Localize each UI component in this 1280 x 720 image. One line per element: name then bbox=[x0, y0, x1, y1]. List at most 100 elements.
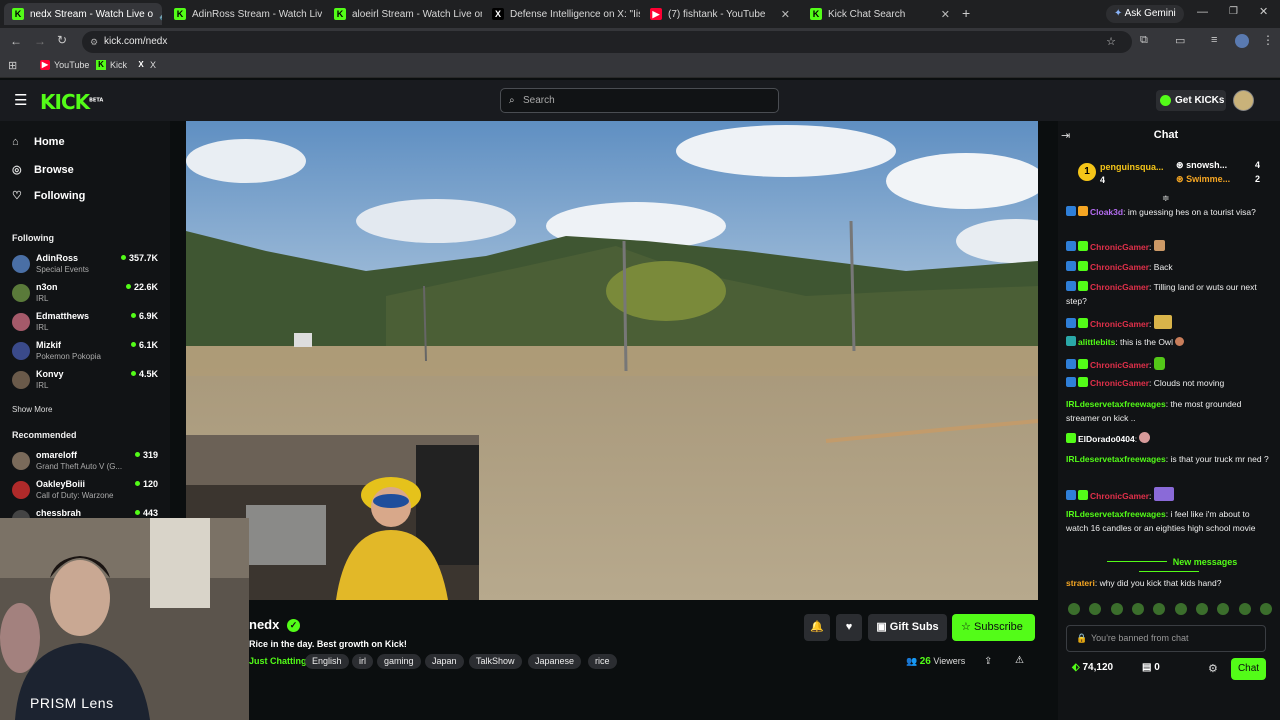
send-chat-button[interactable]: Chat bbox=[1231, 658, 1266, 680]
sidebar-channel-konvy[interactable]: Konvy IRL 4.5K bbox=[12, 369, 160, 395]
badge-icon bbox=[1066, 336, 1076, 346]
report-warning-icon[interactable]: ⚠ bbox=[1015, 655, 1024, 666]
back-icon[interactable]: ← bbox=[10, 34, 22, 48]
reload-icon[interactable]: ↻ bbox=[57, 33, 67, 47]
chat-username[interactable]: Cloak3d bbox=[1090, 207, 1123, 217]
nav-browse[interactable]: ◎ Browse bbox=[12, 163, 74, 177]
emote-icon[interactable] bbox=[1238, 603, 1251, 615]
chat-username[interactable]: ChronicGamer bbox=[1090, 242, 1149, 252]
x-favicon-icon: X bbox=[138, 60, 144, 69]
user-avatar[interactable] bbox=[1233, 90, 1254, 111]
search-input[interactable]: ⌕ Search bbox=[500, 88, 779, 113]
sidebar-channel-omareloff[interactable]: omareloff Grand Theft Auto V (G... 319 bbox=[12, 450, 160, 476]
new-tab-button[interactable]: + bbox=[962, 5, 970, 21]
leaderboard-name[interactable]: ⊛ Swimme... bbox=[1176, 174, 1230, 185]
browser-tab-kick-chat-search[interactable]: K Kick Chat Search ✕ bbox=[802, 3, 958, 25]
chat-username[interactable]: ChronicGamer bbox=[1090, 378, 1149, 388]
tag-irl[interactable]: irl bbox=[352, 654, 373, 669]
close-tab-icon[interactable]: ✕ bbox=[935, 8, 950, 21]
chat-username[interactable]: ChronicGamer bbox=[1090, 360, 1149, 370]
chat-username[interactable]: ChronicGamer bbox=[1090, 491, 1149, 501]
browser-tab-nedx[interactable]: K nedx Stream - Watch Live o 🔊 ✕ bbox=[4, 3, 162, 25]
url-input[interactable]: ⚙ kick.com/nedx ☆ bbox=[82, 31, 1132, 53]
expand-leaderboard-icon[interactable]: ≑ bbox=[1162, 193, 1170, 204]
browser-tab-adinross[interactable]: K AdinRoss Stream - Watch Live o ✕ bbox=[166, 3, 322, 25]
sidebar-channel-edmatthews[interactable]: Edmatthews IRL 6.9K bbox=[12, 311, 160, 337]
forward-icon[interactable]: → bbox=[34, 34, 46, 48]
sidebar-channel-n3on[interactable]: n3on IRL 22.6K bbox=[12, 282, 160, 308]
chat-username[interactable]: ElDorado0404 bbox=[1078, 434, 1135, 444]
nav-home[interactable]: ⌂ Home bbox=[12, 136, 65, 148]
chat-username[interactable]: alittlebits bbox=[1078, 337, 1115, 347]
browser-tab-fishtank[interactable]: ▶ (7) fishtank - YouTube ✕ bbox=[642, 3, 798, 25]
youtube-favicon-icon: ▶ bbox=[40, 60, 50, 70]
chat-username[interactable]: IRLdeservetaxfreewages bbox=[1066, 509, 1166, 519]
avatar bbox=[12, 255, 30, 273]
extensions-icon[interactable]: ⧉ bbox=[1140, 34, 1148, 47]
sub-count[interactable]: ▤ 0 bbox=[1142, 662, 1160, 673]
category-link[interactable]: Just Chatting bbox=[249, 656, 307, 666]
tag-rice[interactable]: rice bbox=[588, 654, 617, 669]
leaderboard-name[interactable]: ⊛ snowsh... bbox=[1176, 160, 1227, 171]
emote-icon[interactable] bbox=[1068, 603, 1080, 615]
kick-logo[interactable]: KICKBETA bbox=[40, 90, 103, 114]
emote-icon[interactable] bbox=[1153, 603, 1166, 615]
ask-gemini-button[interactable]: ✦ Ask Gemini bbox=[1106, 5, 1184, 23]
notification-bell-button[interactable]: 🔔 bbox=[804, 614, 830, 641]
share-icon[interactable]: ⇪ bbox=[984, 656, 992, 667]
chat-username[interactable]: ChronicGamer bbox=[1090, 282, 1149, 292]
follow-heart-button[interactable]: ♥ bbox=[836, 614, 862, 641]
bookmark-kick[interactable]: K Kick bbox=[96, 60, 127, 70]
sidebar-channel-adinross[interactable]: AdinRoss Special Events 357.7K bbox=[12, 253, 160, 279]
new-messages-divider[interactable]: New messages bbox=[1066, 557, 1272, 577]
maximize-icon[interactable]: ❐ bbox=[1229, 6, 1238, 17]
emote-icon[interactable] bbox=[1174, 603, 1187, 615]
bookmark-star-icon[interactable]: ☆ bbox=[1106, 31, 1116, 53]
site-info-icon[interactable]: ⚙ bbox=[90, 31, 98, 53]
emote-icon[interactable] bbox=[1131, 603, 1144, 615]
get-kicks-button[interactable]: Get KICKs bbox=[1156, 90, 1226, 111]
streamer-name[interactable]: nedx ✓ bbox=[249, 617, 300, 632]
audio-icon[interactable]: 🔊 bbox=[153, 8, 162, 21]
emote-icon[interactable] bbox=[1217, 603, 1230, 615]
chat-username[interactable]: IRLdeservetaxfreewages bbox=[1066, 454, 1166, 464]
chat-username[interactable]: IRLdeservetaxfreewages bbox=[1066, 399, 1166, 409]
chat-username[interactable]: ChronicGamer bbox=[1090, 262, 1149, 272]
subscribe-button[interactable]: ☆ Subscribe bbox=[952, 614, 1035, 641]
bookmark-x[interactable]: X X bbox=[136, 60, 156, 70]
tag-japan[interactable]: Japan bbox=[425, 654, 464, 669]
gift-subs-button[interactable]: ▣ Gift Subs bbox=[868, 614, 947, 641]
emote-icon[interactable] bbox=[1089, 603, 1102, 615]
close-tab-icon[interactable]: ✕ bbox=[775, 8, 790, 21]
browser-menu-icon[interactable]: ⋮ bbox=[1262, 33, 1274, 47]
show-more-link[interactable]: Show More bbox=[12, 405, 52, 414]
emote-icon[interactable] bbox=[1259, 603, 1272, 615]
tag-japanese[interactable]: Japanese bbox=[528, 654, 582, 669]
bookmark-youtube[interactable]: ▶ YouTube bbox=[40, 60, 89, 70]
minimize-icon[interactable]: — bbox=[1197, 6, 1208, 18]
sidebar-channel-mizkif[interactable]: Mizkif Pokemon Pokopia 6.1K bbox=[12, 340, 160, 366]
sidebar-channel-oakleyboiii[interactable]: OakleyBoiii Call of Duty: Warzone 120 bbox=[12, 479, 160, 505]
tag-english[interactable]: English bbox=[305, 654, 349, 669]
tag-gaming[interactable]: gaming bbox=[377, 654, 421, 669]
emote-icon[interactable] bbox=[1110, 603, 1123, 615]
apps-grid-icon[interactable]: ⊞ bbox=[8, 59, 17, 72]
media-control-icon[interactable]: ≡ bbox=[1211, 34, 1217, 46]
leaderboard-name[interactable]: penguinsqua... bbox=[1100, 162, 1164, 172]
profile-avatar-icon[interactable] bbox=[1235, 34, 1249, 48]
close-window-icon[interactable]: ✕ bbox=[1259, 5, 1268, 18]
chat-username[interactable]: ChronicGamer bbox=[1090, 319, 1149, 329]
leaderboard-name-text: Swimme... bbox=[1186, 174, 1231, 184]
hamburger-menu-icon[interactable]: ☰ bbox=[14, 91, 27, 109]
emote-icon[interactable] bbox=[1195, 603, 1208, 615]
tag-talkshow[interactable]: TalkShow bbox=[469, 654, 522, 669]
browser-tab-defense-intelligence[interactable]: X Defense Intelligence on X: "Iis ✕ bbox=[484, 3, 640, 25]
cast-icon[interactable]: ▭ bbox=[1175, 34, 1185, 47]
search-placeholder: Search bbox=[523, 95, 555, 106]
browser-tab-aloeirl[interactable]: K aloeirl Stream - Watch Live on ✕ bbox=[326, 3, 482, 25]
chat-username[interactable]: strateri bbox=[1066, 578, 1095, 588]
chat-input[interactable]: 🔒 You're banned from chat bbox=[1066, 625, 1266, 652]
channel-points[interactable]: ⬖ 74,120 bbox=[1072, 662, 1113, 673]
chat-settings-icon[interactable]: ⚙ bbox=[1208, 662, 1218, 675]
nav-following[interactable]: ♡ Following bbox=[12, 189, 85, 203]
